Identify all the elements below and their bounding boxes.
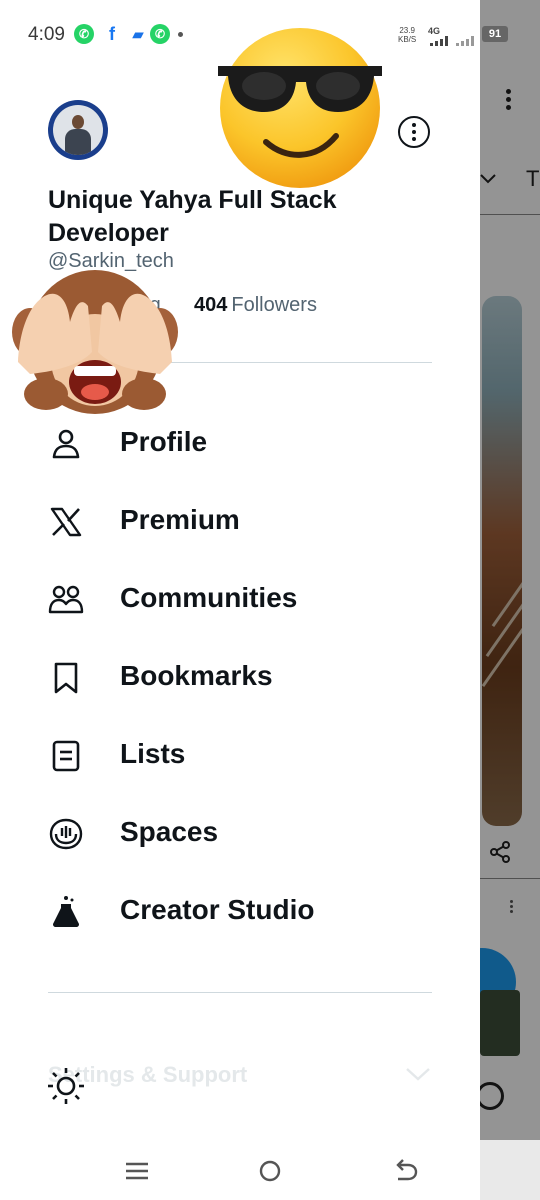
- menu-label: Creator Studio: [120, 894, 315, 925]
- bookmark-icon: [54, 662, 78, 694]
- communities-icon: [48, 585, 84, 614]
- back-icon[interactable]: [390, 1156, 420, 1186]
- more-notifications-icon: [178, 32, 183, 37]
- x-logo-icon: [50, 507, 82, 537]
- person-icon: [52, 429, 80, 459]
- whatsapp-icon: ✆: [74, 24, 94, 44]
- menu-label: Profile: [120, 426, 208, 457]
- list-icon: [52, 740, 80, 772]
- sun-icon[interactable]: [46, 1066, 86, 1106]
- followers-label: Followers: [231, 294, 317, 316]
- system-navigation-bar: [0, 1140, 540, 1200]
- spaces-icon: [49, 818, 83, 850]
- signal-icon: [430, 36, 450, 46]
- whatsapp-icon: ✆: [150, 24, 170, 44]
- status-time: 4:09: [28, 24, 65, 45]
- followers-count: 404: [194, 294, 228, 316]
- messages-icon: ▰: [132, 26, 144, 42]
- menu-item-communities[interactable]: Communities: [48, 570, 448, 626]
- recent-apps-icon[interactable]: [122, 1156, 152, 1186]
- chevron-down-icon[interactable]: [404, 1064, 432, 1084]
- menu-item-creator-studio[interactable]: Creator Studio: [48, 882, 448, 938]
- menu-label: Lists: [120, 738, 186, 769]
- flask-icon: [53, 896, 79, 927]
- menu-item-bookmarks[interactable]: Bookmarks: [48, 648, 448, 704]
- signal-icon: [456, 36, 474, 46]
- see-no-evil-monkey-emoji-icon: [12, 270, 178, 414]
- menu-item-lists[interactable]: Lists: [48, 726, 448, 782]
- network-speed: 23.9 KB/S: [398, 26, 417, 44]
- menu-label: Spaces: [120, 816, 219, 847]
- avatar[interactable]: [48, 100, 108, 160]
- menu-item-profile[interactable]: Profile: [48, 414, 448, 470]
- network-type: 4G: [428, 26, 441, 36]
- facebook-icon: f: [109, 24, 115, 44]
- account-more-button[interactable]: [398, 116, 430, 148]
- menu-label: Bookmarks: [120, 660, 273, 691]
- menu-label: Communities: [120, 582, 298, 613]
- menu-label: Premium: [120, 504, 240, 535]
- battery-icon: 91: [482, 26, 508, 42]
- menu-item-premium[interactable]: Premium: [48, 492, 448, 548]
- followers-count-link[interactable]: 404 Followers: [194, 294, 317, 317]
- sunglasses-emoji-icon: [218, 28, 382, 188]
- divider: [48, 992, 432, 993]
- menu-item-spaces[interactable]: Spaces: [48, 804, 448, 860]
- home-icon[interactable]: [255, 1156, 285, 1186]
